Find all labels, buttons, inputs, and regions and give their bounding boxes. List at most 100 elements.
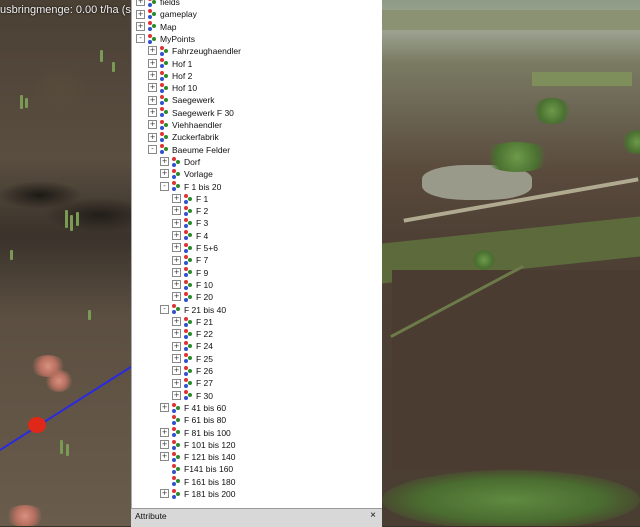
transform-group-icon: [160, 132, 169, 143]
tree-node[interactable]: + F 20: [172, 290, 213, 302]
expand-icon[interactable]: +: [160, 440, 169, 450]
tree-node[interactable]: + F 27: [172, 376, 213, 389]
tree-node-label: F 1 bis 20: [184, 181, 222, 192]
tree-node-label: Hof 10: [172, 82, 198, 93]
collapse-icon[interactable]: -: [136, 34, 145, 44]
tree-node[interactable]: + F 121 bis 140: [160, 450, 236, 462]
tree-node[interactable]: + Saegewerk: [148, 93, 215, 106]
expand-icon[interactable]: +: [148, 46, 157, 56]
tree-node[interactable]: + F 24: [172, 339, 213, 352]
tree-node[interactable]: + Map: [136, 20, 177, 32]
tree-node[interactable]: + Hof 10: [148, 81, 197, 93]
expand-icon[interactable]: +: [148, 83, 157, 93]
expand-icon[interactable]: +: [172, 218, 181, 228]
tree-node[interactable]: + F 9: [172, 266, 208, 278]
expand-icon[interactable]: +: [172, 353, 181, 363]
expand-icon[interactable]: +: [148, 132, 157, 142]
tree-node[interactable]: + F 7: [172, 253, 208, 266]
tree-node[interactable]: + F 181 bis 200: [160, 487, 236, 499]
tree-node[interactable]: - F 21 bis 40: [160, 303, 226, 315]
collapse-icon[interactable]: -: [160, 181, 169, 191]
tree-node-label: F 20: [196, 291, 214, 302]
tree-node[interactable]: + Vorlage: [160, 167, 213, 179]
expand-icon[interactable]: +: [172, 317, 181, 327]
expand-icon[interactable]: +: [172, 206, 181, 216]
transform-group-icon: [160, 95, 169, 106]
right-3d-viewport[interactable]: [382, 0, 640, 526]
expand-icon[interactable]: +: [160, 169, 169, 179]
tree-node[interactable]: + F 10: [172, 278, 213, 290]
tree-node-label: Hof 1: [172, 58, 193, 69]
transform-group-icon: [160, 45, 169, 56]
collapse-icon[interactable]: -: [148, 144, 157, 154]
tree-node[interactable]: + Hof 2: [148, 69, 192, 81]
expand-icon[interactable]: +: [172, 255, 181, 265]
tree-node[interactable]: + F 5+6: [172, 241, 218, 253]
expand-icon[interactable]: +: [160, 452, 169, 462]
transform-group-icon: [148, 33, 157, 44]
expand-icon[interactable]: +: [172, 292, 181, 302]
tree-node[interactable]: + F 101 bis 120: [160, 438, 236, 450]
tree-node[interactable]: F 161 bis 180: [160, 475, 236, 487]
tree-node[interactable]: + F 4: [172, 229, 208, 241]
tree-cluster: [382, 470, 640, 526]
tree-node[interactable]: + Zuckerfabrik: [148, 130, 219, 143]
tree-node[interactable]: + F 25: [172, 352, 213, 364]
expand-icon[interactable]: +: [148, 95, 157, 105]
tree-node-label: F 2: [196, 205, 209, 216]
tree-node[interactable]: + gameplay: [136, 7, 197, 20]
expand-icon[interactable]: +: [160, 489, 169, 499]
expand-icon[interactable]: +: [172, 194, 181, 204]
tree-node[interactable]: + F 2: [172, 204, 208, 216]
expand-icon[interactable]: +: [160, 157, 169, 167]
expand-icon[interactable]: +: [172, 230, 181, 240]
tree-node[interactable]: + Saegewerk F 30: [148, 106, 234, 118]
tree-node[interactable]: - MyPoints: [136, 32, 195, 44]
tree-node[interactable]: - F 1 bis 20: [160, 180, 221, 192]
transform-group-icon: [148, 21, 157, 32]
tree-node[interactable]: + F 22: [172, 327, 213, 339]
transform-group-icon: [160, 144, 169, 155]
expand-icon[interactable]: +: [172, 366, 181, 376]
tree-node[interactable]: + fields: [136, 0, 180, 7]
tree-node[interactable]: F 61 bis 80: [160, 413, 226, 425]
expand-icon[interactable]: +: [148, 120, 157, 130]
expand-icon[interactable]: +: [172, 243, 181, 253]
tree-node[interactable]: + F 41 bis 60: [160, 401, 226, 413]
hud-readout: usbringmenge: 0.00 t/ha (s: [0, 4, 131, 16]
tree-node[interactable]: + F 26: [172, 364, 213, 376]
tree-node[interactable]: + F 30: [172, 389, 213, 401]
expand-icon[interactable]: +: [172, 390, 181, 400]
tree-node[interactable]: + F 81 bis 100: [160, 426, 231, 438]
transform-group-icon: [172, 451, 181, 462]
tree-node[interactable]: + F 21: [172, 315, 213, 327]
distant-field: [382, 10, 640, 30]
red-marker[interactable]: [28, 417, 46, 433]
expand-icon[interactable]: +: [172, 378, 181, 388]
expand-icon[interactable]: +: [136, 9, 145, 19]
expand-icon[interactable]: +: [136, 21, 145, 31]
left-3d-viewport[interactable]: usbringmenge: 0.00 t/ha (s: [0, 0, 134, 526]
expand-icon[interactable]: +: [160, 427, 169, 437]
expand-icon[interactable]: +: [148, 58, 157, 68]
tree-node[interactable]: + Viehhaendler: [148, 118, 222, 130]
tree-node[interactable]: + Dorf: [160, 155, 200, 167]
expand-icon[interactable]: +: [172, 267, 181, 277]
tree-node-label: F 4: [196, 230, 209, 241]
collapse-icon[interactable]: -: [160, 304, 169, 314]
expand-icon[interactable]: +: [136, 0, 145, 7]
tree-node[interactable]: + Fahrzeughaendler: [148, 44, 241, 56]
expand-icon[interactable]: +: [172, 341, 181, 351]
tree-node[interactable]: - Baeume Felder: [148, 143, 230, 155]
tree-node[interactable]: + F 1: [172, 192, 208, 204]
expand-icon[interactable]: +: [148, 107, 157, 117]
expand-icon[interactable]: +: [160, 403, 169, 413]
close-icon[interactable]: ×: [370, 510, 376, 521]
tree-node-label: Zuckerfabrik: [172, 132, 219, 143]
expand-icon[interactable]: +: [172, 280, 181, 290]
expand-icon[interactable]: +: [148, 71, 157, 81]
tree-node[interactable]: + Hof 1: [148, 57, 192, 69]
expand-icon[interactable]: +: [172, 329, 181, 339]
tree-node[interactable]: + F 3: [172, 216, 208, 229]
tree-node[interactable]: F141 bis 160: [160, 462, 233, 475]
